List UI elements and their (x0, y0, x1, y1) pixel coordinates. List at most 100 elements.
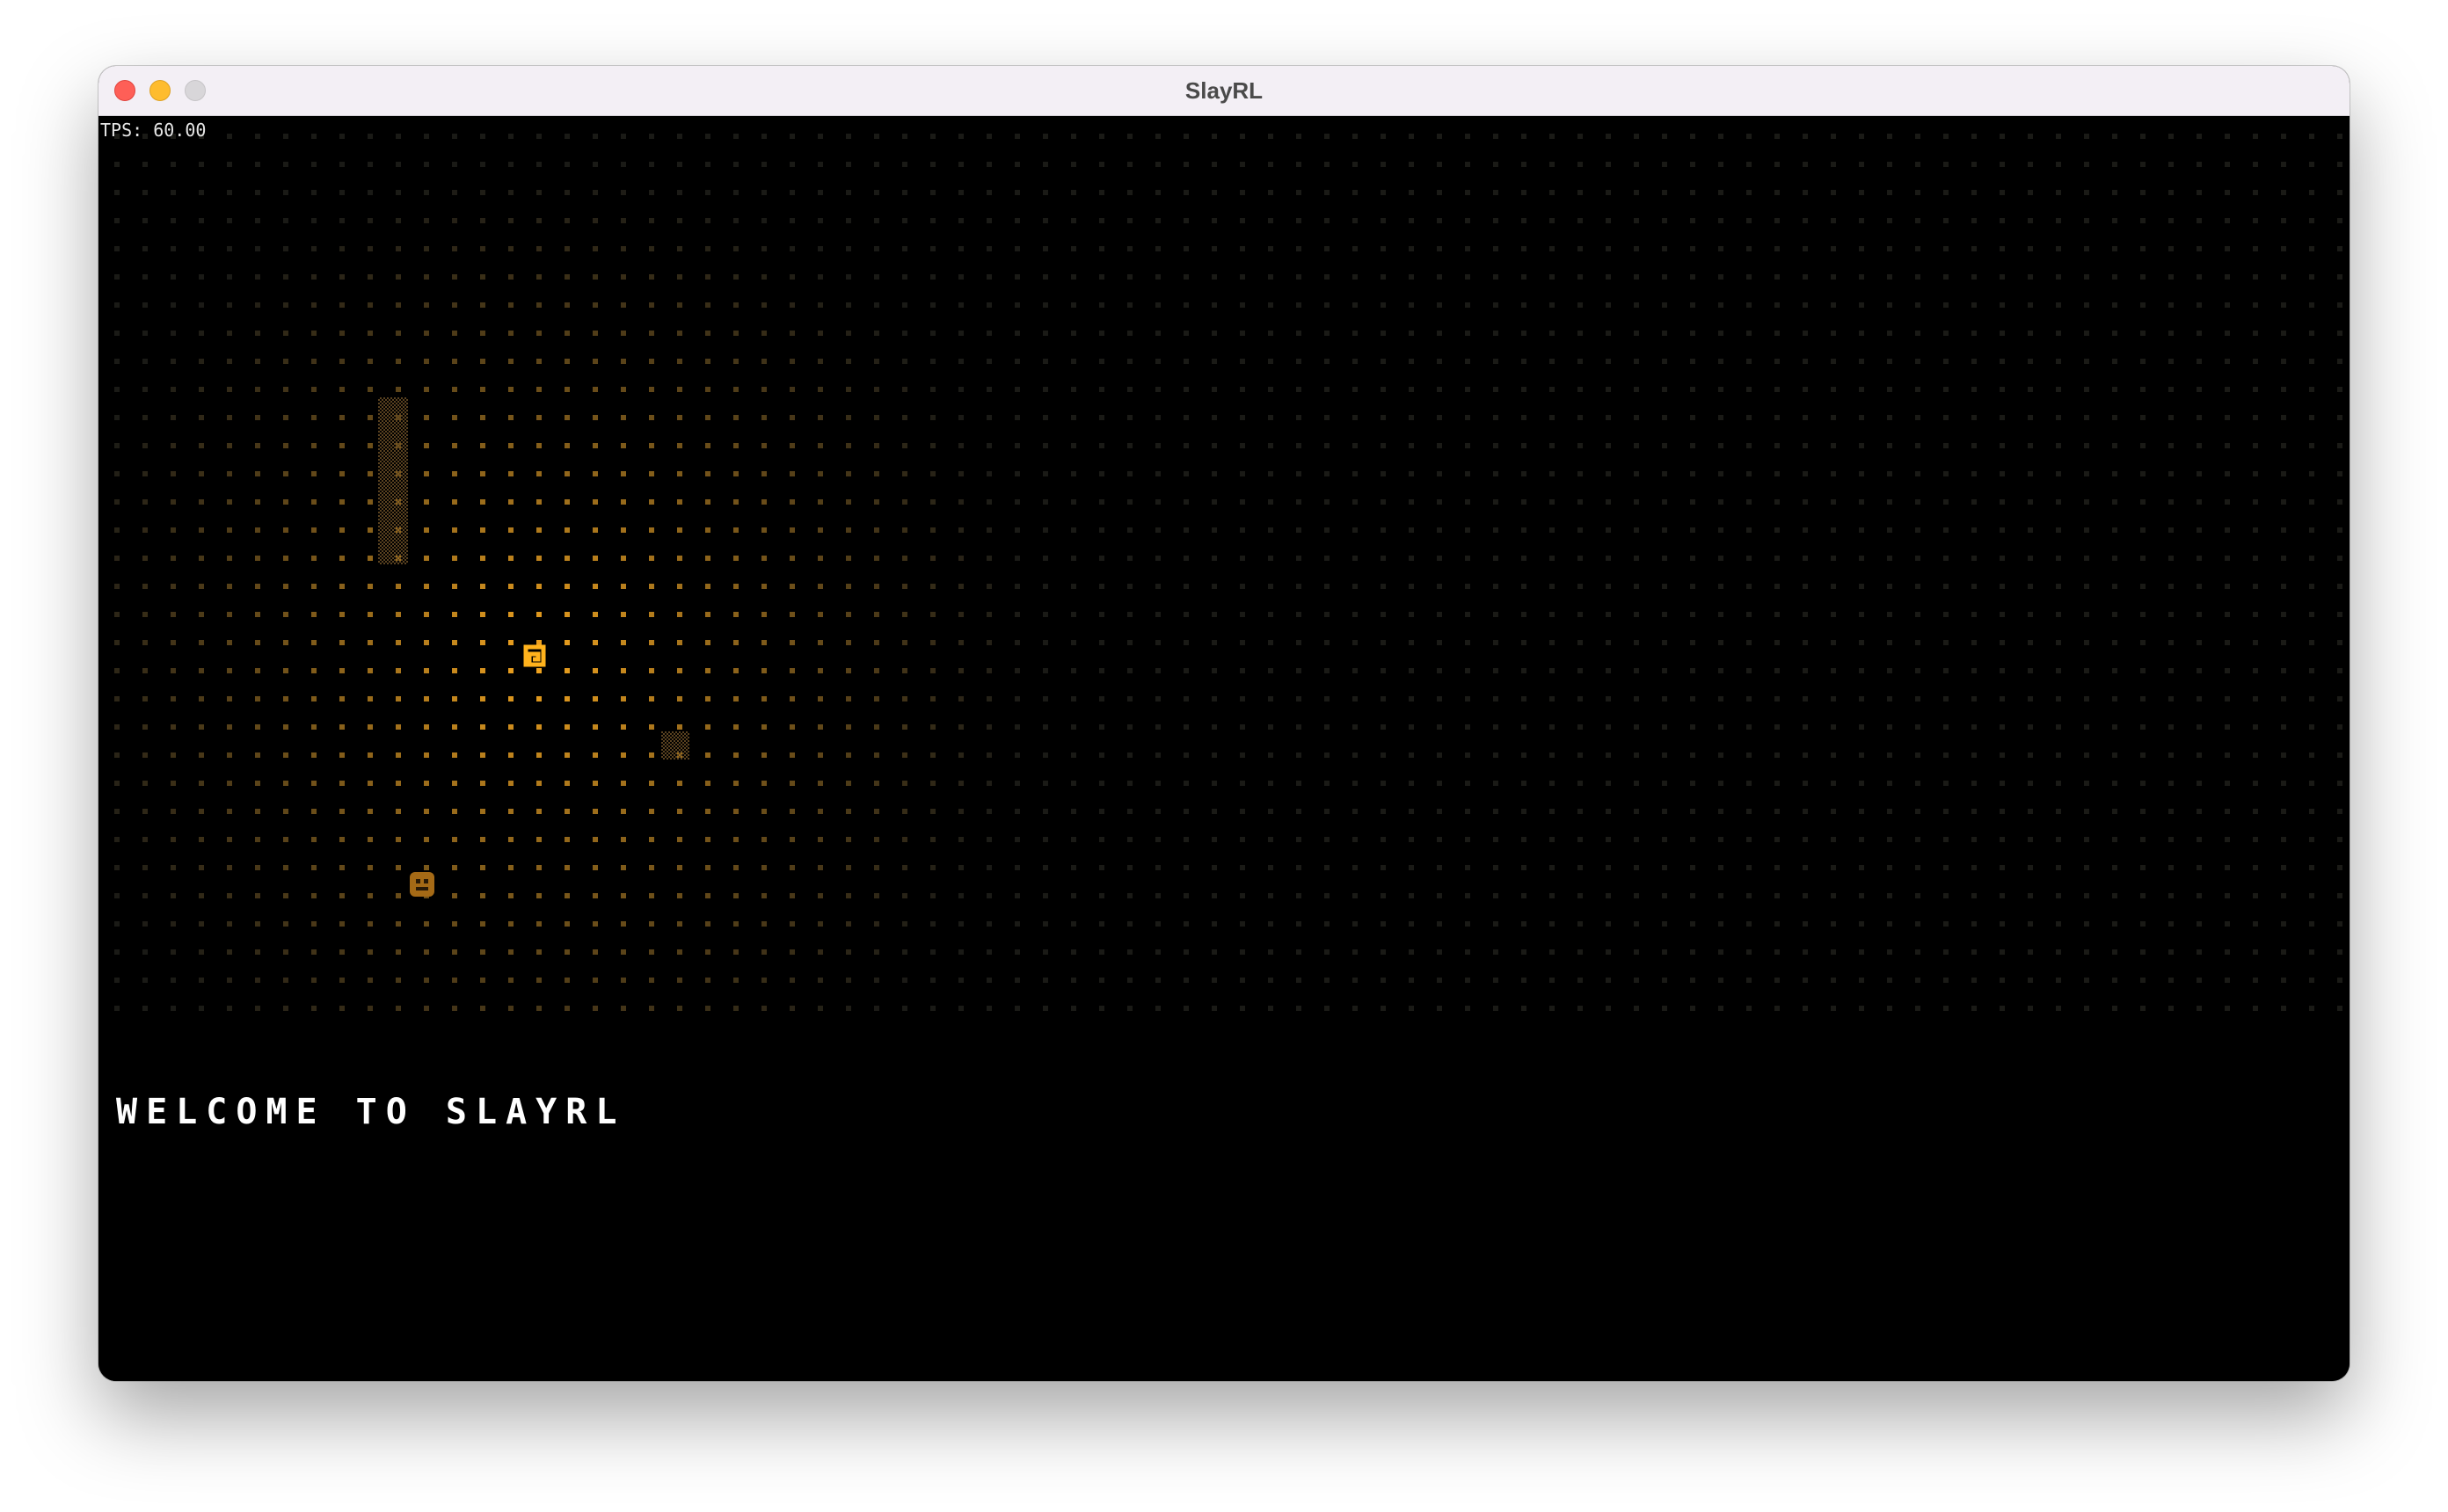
floor-dot (1099, 218, 1104, 223)
floor-dot (368, 134, 373, 139)
floor-dot (1268, 865, 1273, 870)
game-viewport[interactable]: TPS: 60.00 WELCOME TO SLAYRL (98, 116, 2350, 1381)
floor-dot (1071, 612, 1076, 617)
floor-dot (987, 1006, 992, 1011)
floor-dot (761, 978, 767, 983)
floor-dot (818, 893, 823, 898)
floor-dot (621, 134, 626, 139)
floor-dot (846, 499, 851, 505)
floor-dot (1887, 527, 1892, 533)
floor-dot (2168, 837, 2174, 842)
floor-dot (1803, 302, 1808, 308)
floor-dot (874, 415, 879, 420)
floor-dot (2253, 724, 2258, 730)
floor-dot (1155, 359, 1161, 364)
floor-dot (1803, 162, 1808, 167)
floor-dot (1099, 359, 1104, 364)
floor-dot (621, 302, 626, 308)
floor-dot (1381, 612, 1386, 617)
floor-dot (593, 246, 598, 251)
floor-dot (171, 1006, 176, 1011)
floor-dot (142, 246, 148, 251)
floor-dot (480, 190, 485, 195)
floor-dot (1521, 724, 1526, 730)
floor-dot (902, 893, 907, 898)
floor-dot (958, 443, 964, 448)
floor-dot (480, 781, 485, 786)
floor-dot (1493, 162, 1498, 167)
floor-dot (1155, 724, 1161, 730)
floor-dot (2197, 752, 2202, 758)
floor-dot (1212, 331, 1217, 336)
floor-dot (1662, 781, 1667, 786)
dungeon-map[interactable] (98, 116, 2350, 1013)
floor-dot (255, 752, 260, 758)
floor-dot (1521, 190, 1526, 195)
floor-dot (114, 527, 120, 533)
floor-dot (1606, 752, 1611, 758)
floor-dot (2056, 978, 2061, 983)
floor-dot (1493, 752, 1498, 758)
floor-dot (1043, 443, 1048, 448)
floor-dot (1155, 556, 1161, 561)
floor-dot (2225, 809, 2230, 814)
floor-dot (677, 527, 682, 533)
floor-dot (987, 218, 992, 223)
floor-dot (818, 865, 823, 870)
floor-dot (396, 302, 401, 308)
floor-dot (311, 331, 317, 336)
floor-dot (649, 837, 654, 842)
floor-dot (2309, 978, 2314, 983)
floor-dot (1296, 162, 1301, 167)
floor-dot (2056, 949, 2061, 955)
floor-dot (1774, 527, 1780, 533)
floor-dot (2056, 640, 2061, 645)
floor-dot (1774, 387, 1780, 392)
floor-dot (311, 1006, 317, 1011)
floor-dot (2197, 724, 2202, 730)
floor-dot (339, 443, 345, 448)
floor-dot (1971, 556, 1977, 561)
floor-dot (1099, 781, 1104, 786)
floor-dot (621, 781, 626, 786)
floor-dot (1409, 331, 1414, 336)
floor-dot (1268, 443, 1273, 448)
floor-dot (1746, 640, 1752, 645)
floor-dot (1352, 471, 1358, 476)
floor-dot (1549, 978, 1555, 983)
floor-dot (2168, 218, 2174, 223)
floor-dot (1268, 246, 1273, 251)
floor-dot (761, 949, 767, 955)
floor-dot (171, 949, 176, 955)
floor-dot (1437, 893, 1442, 898)
floor-dot (1465, 134, 1470, 139)
floor-dot (1127, 190, 1133, 195)
floor-dot (1043, 274, 1048, 280)
floor-dot (1296, 246, 1301, 251)
floor-dot (1803, 978, 1808, 983)
floor-dot (1268, 471, 1273, 476)
floor-dot (1043, 584, 1048, 589)
floor-dot (1381, 556, 1386, 561)
floor-dot (987, 527, 992, 533)
floor-dot (818, 612, 823, 617)
floor-dot (930, 978, 936, 983)
floor-dot (283, 218, 288, 223)
floor-dot (958, 921, 964, 927)
floor-dot (1718, 893, 1723, 898)
floor-dot (2309, 471, 2314, 476)
floor-dot (2281, 527, 2286, 533)
floor-dot (1324, 471, 1330, 476)
floor-dot (1381, 865, 1386, 870)
floor-dot (846, 809, 851, 814)
floor-dot (2225, 218, 2230, 223)
floor-dot (283, 696, 288, 701)
floor-dot (1352, 134, 1358, 139)
tps-counter: TPS: 60.00 (100, 120, 207, 141)
floor-dot (958, 893, 964, 898)
floor-dot (733, 612, 739, 617)
floor-dot (424, 921, 429, 927)
floor-dot (1381, 527, 1386, 533)
floor-dot (283, 978, 288, 983)
floor-dot (1887, 162, 1892, 167)
